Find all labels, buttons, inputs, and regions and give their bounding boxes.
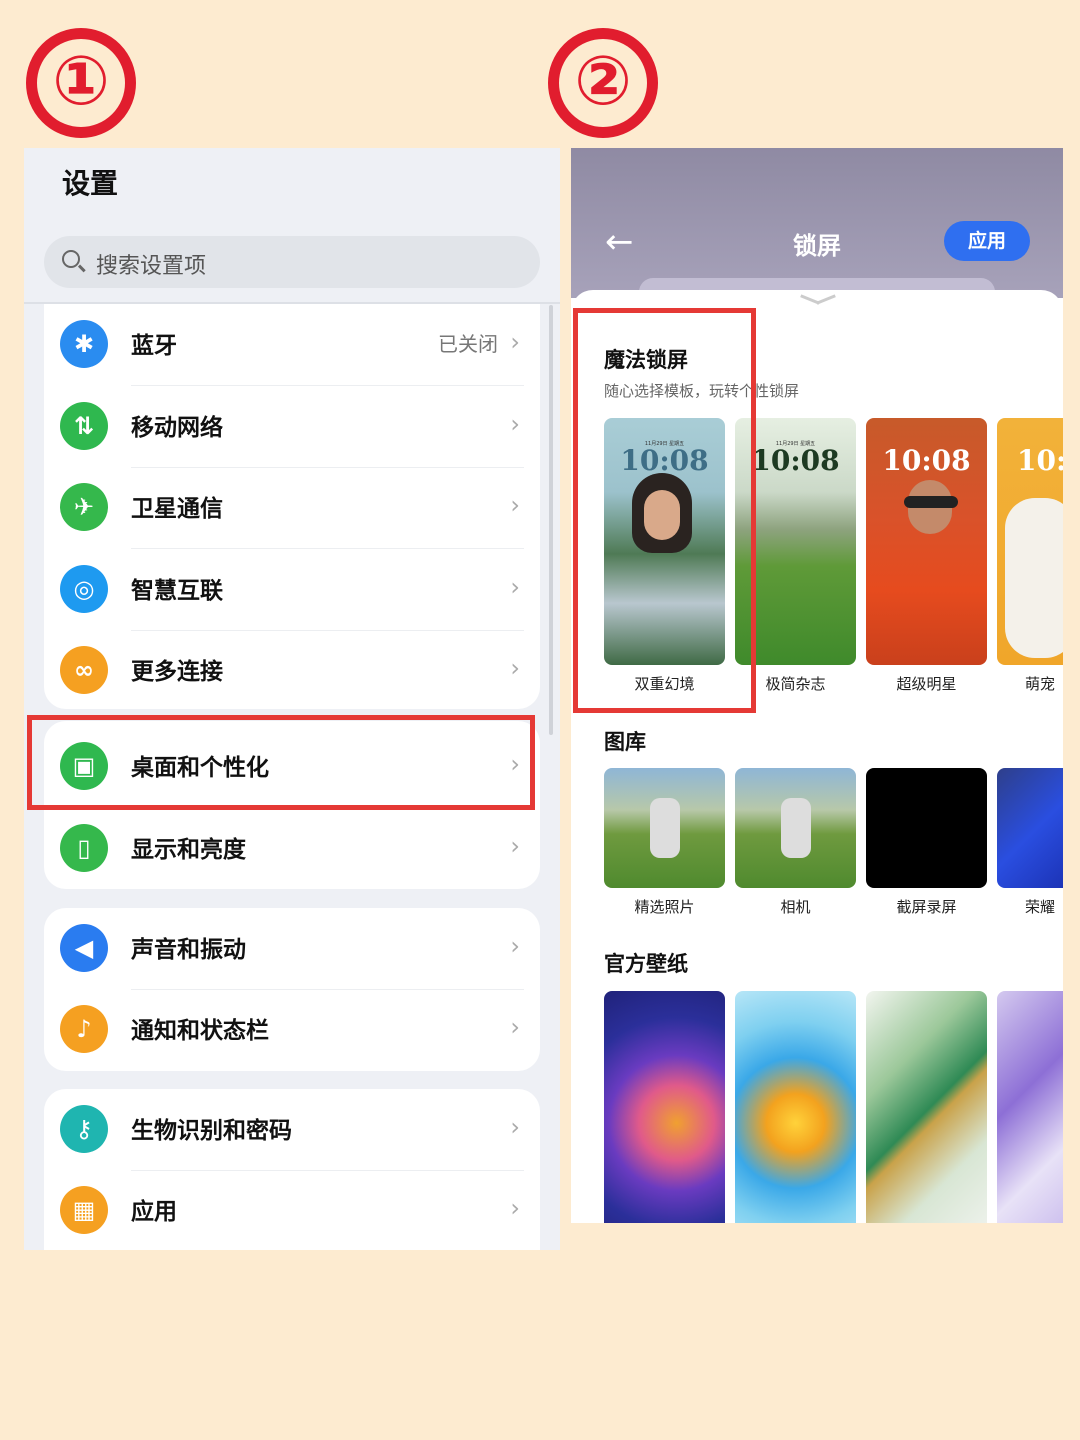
link-icon: ∞ [60,646,108,694]
settings-group-sound: ◀ 声音和振动 › ♪ 通知和状态栏 › [44,908,540,1071]
chevron-right-icon: › [510,1194,520,1222]
settings-item[interactable]: ⚷ 生物识别和密码 › [44,1089,540,1171]
chevron-down-icon[interactable] [798,298,836,312]
settings-group-security: ⚷ 生物识别和密码 › ▦ 应用 › [44,1089,540,1250]
search-input[interactable]: 搜索设置项 [44,236,540,288]
theme-label: 萌宠 [1025,675,1056,693]
theme-tile[interactable]: 10:08 [866,418,987,665]
settings-item-label: 应用 [131,1199,177,1225]
settings-item-label: 声音和振动 [131,937,246,963]
settings-item-label: 智慧互联 [131,578,223,604]
person-figure [781,798,811,858]
settings-item-label: 蓝牙 [131,333,177,359]
chevron-right-icon: › [510,328,520,356]
mobile-network-icon: ⇅ [60,402,108,450]
apply-button[interactable]: 应用 [944,221,1030,261]
album-label: 相机 [780,898,811,916]
settings-item-label: 通知和状态栏 [131,1018,269,1044]
chevron-right-icon: › [510,410,520,438]
wallpaper-tile[interactable] [866,991,987,1223]
theme-tile[interactable]: 10: [997,418,1063,665]
satellite-icon: ✈ [60,483,108,531]
step-2-marker: ② [548,28,658,138]
settings-item[interactable]: ⇅ 移动网络 › [44,386,540,468]
status-text: 已关闭 [438,332,498,356]
wallpaper-tile[interactable] [735,991,856,1223]
search-placeholder: 搜索设置项 [96,254,207,279]
settings-item[interactable]: ✱ 蓝牙 已关闭 › [44,304,540,386]
chevron-right-icon: › [510,491,520,519]
settings-item[interactable]: ∞ 更多连接 › [44,630,540,709]
highlight-box [27,715,535,810]
album-tile[interactable] [866,768,987,888]
scrollbar[interactable] [549,305,553,735]
bell-icon: ♪ [60,1005,108,1053]
tile-clock: 10:08 [882,444,971,477]
wallpaper-tile[interactable] [604,991,725,1223]
chevron-right-icon: › [510,654,520,682]
tile-clock: 10: [1017,444,1063,477]
chevron-right-icon: › [510,832,520,860]
sunglasses [904,496,958,508]
settings-screen: 设置 搜索设置项 ✱ 蓝牙 已关闭 › ⇅ 移动网络 › ✈ 卫星通信 › ◎ 智慧互联 › ∞ 更多连接 ›… [24,148,560,1250]
theme-label: 超级明星 [896,675,957,693]
settings-item-label: 生物识别和密码 [131,1118,292,1144]
search-icon [62,250,80,268]
settings-item[interactable]: ◎ 智慧互联 › [44,549,540,631]
display-icon: ▯ [60,824,108,872]
settings-item-label: 卫星通信 [131,496,223,522]
page-title: 设置 [62,167,119,200]
dog-figure [1005,498,1063,658]
chevron-right-icon: › [510,1013,520,1041]
header: ← 锁屏 应用 [571,148,1063,308]
official-wallpapers-title: 官方壁纸 [604,952,688,976]
settings-item[interactable]: ▯ 显示和亮度 › [44,808,540,889]
bluetooth-icon: ✱ [60,320,108,368]
sound-icon: ◀ [60,924,108,972]
wallpaper-tile[interactable] [997,991,1063,1223]
chevron-right-icon: › [510,573,520,601]
album-tile[interactable] [604,768,725,888]
settings-group-connectivity: ✱ 蓝牙 已关闭 › ⇅ 移动网络 › ✈ 卫星通信 › ◎ 智慧互联 › ∞ 更多连接 › [44,304,540,709]
smart-connect-icon: ◎ [60,565,108,613]
album-label: 精选照片 [634,898,695,916]
chevron-right-icon: › [510,1113,520,1141]
album-tile[interactable] [735,768,856,888]
gallery-title: 图库 [604,730,646,754]
settings-item-label: 移动网络 [131,415,223,441]
step-1-marker: ① [26,28,136,138]
person-figure [650,798,680,858]
settings-item[interactable]: ✈ 卫星通信 › [44,467,540,549]
settings-item[interactable]: ♪ 通知和状态栏 › [44,989,540,1071]
settings-item[interactable]: ▦ 应用 › [44,1170,540,1250]
album-label: 截屏录屏 [896,898,957,916]
apps-icon: ▦ [60,1186,108,1234]
highlight-box [573,308,756,713]
album-tile[interactable] [997,768,1063,888]
settings-item-label: 更多连接 [131,659,223,685]
key-icon: ⚷ [60,1105,108,1153]
chevron-right-icon: › [510,932,520,960]
settings-item[interactable]: ◀ 声音和振动 › [44,908,540,990]
album-label: 荣耀 [1025,898,1056,916]
settings-item-label: 显示和亮度 [131,837,246,863]
